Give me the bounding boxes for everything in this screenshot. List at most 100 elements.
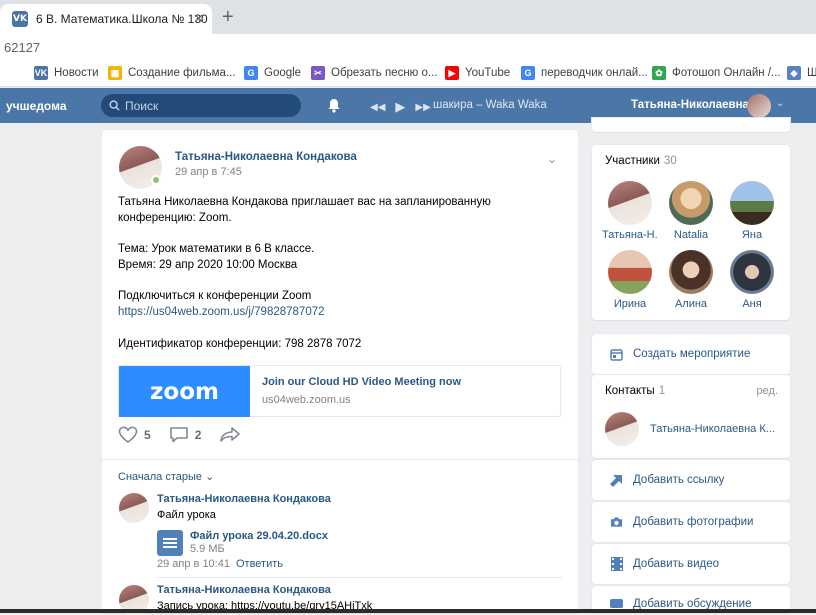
online-indicator xyxy=(151,175,161,185)
member-name: Ирина xyxy=(613,298,647,310)
post-text-line: Подключиться к конференции Zoom xyxy=(118,290,312,302)
comment-divider xyxy=(157,577,562,578)
search-placeholder: Поиск xyxy=(125,98,159,113)
user-avatar[interactable] xyxy=(747,94,771,118)
contact-name[interactable]: Татьяна-Николаевна К... xyxy=(650,423,775,435)
audio-player: ◀◀ ▶ ▶▶ xyxy=(370,99,431,115)
bookmark-vk[interactable]: VK Новости xyxy=(34,66,99,80)
post-text-line: Идентификатор конференции: 798 2878 7072 xyxy=(118,338,362,350)
reply-link[interactable]: Ответить xyxy=(236,558,283,570)
heart-icon xyxy=(118,426,138,443)
calendar-icon xyxy=(610,348,623,361)
bookmark-google[interactable]: Gпереводчик онлай... xyxy=(521,66,648,80)
document-name[interactable]: Файл урока 29.04.20.docx xyxy=(190,530,328,542)
add-video-label: Добавить видео xyxy=(633,558,720,570)
member-name: Аня xyxy=(742,298,762,310)
like-button[interactable]: 5 xyxy=(118,426,151,443)
bookmark-shield[interactable]: ◆ Ш xyxy=(787,66,816,80)
post-actions: 5 2 xyxy=(118,426,265,443)
comment-button[interactable]: 2 xyxy=(169,426,202,443)
member-item[interactable]: Аня xyxy=(724,250,780,310)
member-name: Яна xyxy=(741,229,763,241)
share-icon xyxy=(220,427,241,442)
bookmark-colorful-grid[interactable]: ▦ Создание фильма... xyxy=(108,66,236,80)
member-avatar xyxy=(608,250,652,294)
members-header[interactable]: Участники 30 xyxy=(605,155,677,167)
address-text[interactable]: 62127 xyxy=(4,40,40,55)
next-track-icon[interactable]: ▶▶ xyxy=(415,102,430,113)
comment-author[interactable]: Татьяна-Николаевна Кондакова xyxy=(157,584,331,596)
member-name: Natalia xyxy=(673,229,709,241)
comment-date[interactable]: 29 апр в 10:41 xyxy=(157,558,230,570)
commenter-avatar[interactable] xyxy=(119,493,149,523)
site-brand[interactable]: учшедома xyxy=(6,99,67,113)
contacts-block: Контакты 1 ред. Татьяна-Николаевна К... xyxy=(592,375,790,458)
document-icon[interactable] xyxy=(157,530,183,556)
member-avatar xyxy=(730,250,774,294)
wall-post: Татьяна-Николаевна Кондакова 29 апр в 7:… xyxy=(102,130,578,615)
bookmarks-bar: VK Новости ▦ Создание фильма... G Google ✂ Обре… xyxy=(0,60,816,87)
comment-icon xyxy=(169,427,188,443)
comment-count: 2 xyxy=(194,427,202,442)
add-link-label: Добавить ссылку xyxy=(633,474,725,486)
member-item[interactable]: Ирина xyxy=(602,250,658,310)
post-author[interactable]: Татьяна-Николаевна Кондакова xyxy=(175,151,357,163)
previous-track-icon[interactable]: ◀◀ xyxy=(370,102,385,113)
zoom-meeting-link[interactable]: https://us04web.zoom.us/j/79828787072 xyxy=(118,306,325,318)
star-icon[interactable]: ☆ xyxy=(541,371,555,391)
camera-icon xyxy=(610,516,623,529)
like-count: 5 xyxy=(144,427,151,442)
share-button[interactable] xyxy=(219,426,247,443)
add-photos-button[interactable]: Добавить фотографии xyxy=(592,502,790,542)
post-text-line: Тема: Урок математики в 6 В классе. xyxy=(118,243,315,255)
comment-author[interactable]: Татьяна-Николаевна Кондакова xyxy=(157,493,331,505)
scissors-icon: ✂ xyxy=(311,66,325,80)
add-video-button[interactable]: Добавить видео xyxy=(592,544,790,584)
bookmark-google[interactable]: G Google xyxy=(244,66,301,80)
bell-icon[interactable] xyxy=(327,98,341,113)
play-icon[interactable]: ▶ xyxy=(395,99,405,115)
post-date[interactable]: 29 апр в 7:45 xyxy=(175,166,242,178)
bookmark-label: Создание фильма... xyxy=(128,67,236,79)
member-item[interactable]: Яна xyxy=(724,181,780,241)
current-track[interactable]: шакира – Waka Waka xyxy=(433,99,547,111)
colorful-grid-icon: ▦ xyxy=(108,66,122,80)
contact-avatar[interactable] xyxy=(605,412,639,446)
post-menu-chevron-icon[interactable]: ⌄ xyxy=(547,152,557,166)
bookmark-youtube[interactable]: ▶ YouTube xyxy=(445,66,510,80)
comment-text: Файл урока xyxy=(157,509,216,521)
new-tab-button[interactable]: + xyxy=(222,6,234,29)
member-item[interactable]: Алина xyxy=(663,250,719,310)
link-attachment[interactable]: zoom ☆ Join our Cloud HD Video Meeting n… xyxy=(118,365,561,417)
add-link-button[interactable]: Добавить ссылку xyxy=(592,460,790,500)
address-bar[interactable]: 62127 xyxy=(0,34,816,60)
youtube-icon: ▶ xyxy=(445,66,459,80)
member-item[interactable]: Татьяна-Н... xyxy=(602,181,658,241)
attachment-domain: us04web.zoom.us xyxy=(262,394,351,406)
sidebar-top-card xyxy=(592,118,790,132)
chevron-down-icon[interactable]: ⌄ xyxy=(776,98,784,109)
bookmark-photoshop[interactable]: ✿ Фотошоп Онлайн /... xyxy=(652,66,781,80)
zoom-logo: zoom xyxy=(119,366,250,417)
vk-icon: VK xyxy=(34,66,48,80)
user-name[interactable]: Татьяна-Николаевна xyxy=(631,99,749,111)
google-icon: G xyxy=(244,66,258,80)
members-count: 30 xyxy=(663,155,677,167)
member-name: Алина xyxy=(674,298,708,310)
contacts-header[interactable]: Контакты 1 xyxy=(605,385,665,397)
create-event-button[interactable]: Создать мероприятие xyxy=(592,334,790,374)
search-input[interactable]: Поиск xyxy=(101,94,301,117)
tab-close-icon[interactable]: ✕ xyxy=(193,11,204,27)
contacts-edit-link[interactable]: ред. xyxy=(757,385,778,397)
bookmark-label: переводчик онлай... xyxy=(541,67,648,79)
attachment-title[interactable]: Join our Cloud HD Video Meeting now xyxy=(262,376,461,388)
tab-title: 6 В. Математика.Школа № 130 xyxy=(36,12,208,26)
arrow-up-right-icon xyxy=(610,474,623,487)
bottom-edge xyxy=(0,609,816,613)
comments-sort-dropdown[interactable]: Сначала старые ⌄ xyxy=(118,470,214,483)
member-item[interactable]: Natalia xyxy=(663,181,719,241)
bookmark-scissors[interactable]: ✂ Обрезать песню о... xyxy=(311,66,437,80)
add-photos-label: Добавить фотографии xyxy=(633,516,754,528)
member-avatar xyxy=(730,181,774,225)
browser-tab[interactable]: VK 6 В. Математика.Школа № 130 ✕ xyxy=(0,4,212,34)
